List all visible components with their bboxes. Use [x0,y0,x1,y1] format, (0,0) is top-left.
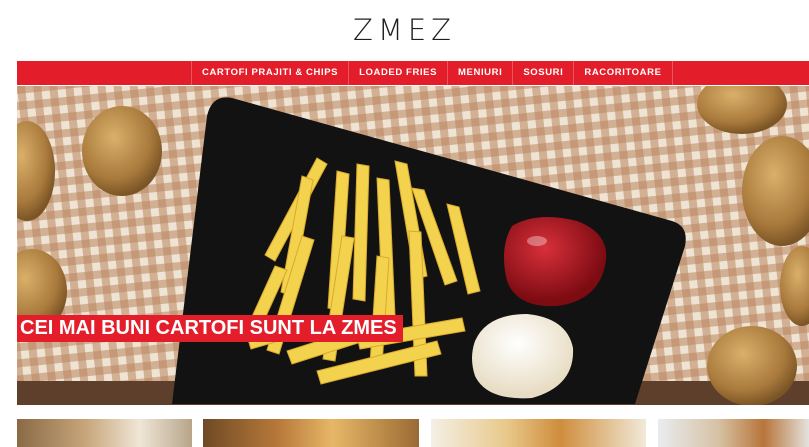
page: ZMEZ CARTOFI PRAJITI & CHIPS LOADED FRIE… [0,0,809,447]
category-card-3[interactable] [431,419,646,447]
nav-item-racoritoare[interactable]: RACORITOARE [573,61,673,85]
nav-item-sosuri[interactable]: SOSURI [512,61,573,85]
nav-items: CARTOFI PRAJITI & CHIPS LOADED FRIES MEN… [191,61,673,85]
category-cards [17,419,809,447]
nav-item-cartofi-prajiti[interactable]: CARTOFI PRAJITI & CHIPS [191,61,348,85]
category-card-1[interactable] [17,419,192,447]
ketchup-shine [527,236,547,246]
main-nav: CARTOFI PRAJITI & CHIPS LOADED FRIES MEN… [17,61,809,85]
category-card-4[interactable] [658,419,809,447]
hero-banner[interactable] [17,86,809,405]
site-logo[interactable]: ZMEZ [0,13,809,47]
potato-7 [707,326,797,405]
site-header: ZMEZ [0,0,809,60]
hero-headline: CEI MAI BUNI CARTOFI SUNT LA ZMES [17,315,403,342]
nav-item-meniuri[interactable]: MENIURI [447,61,512,85]
nav-item-loaded-fries[interactable]: LOADED FRIES [348,61,447,85]
category-card-2[interactable] [203,419,419,447]
hero-image [17,86,809,405]
potato-1 [82,106,162,196]
